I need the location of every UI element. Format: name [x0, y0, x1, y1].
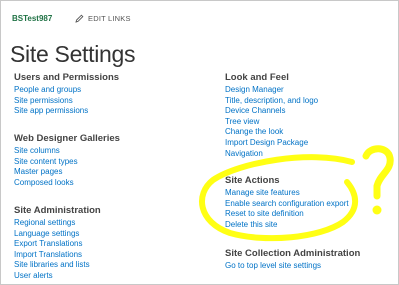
section-heading: Site Collection Administration — [225, 248, 361, 259]
edit-links-label: EDIT LINKS — [88, 14, 131, 23]
link-people-and-groups[interactable]: People and groups — [14, 85, 119, 96]
link-site-permissions[interactable]: Site permissions — [14, 96, 119, 107]
link-list: Site columns Site content types Master p… — [14, 146, 120, 188]
link-delete-this-site[interactable]: Delete this site — [225, 220, 349, 231]
pencil-icon — [75, 14, 84, 23]
link-list: Go to top level site settings — [225, 261, 360, 272]
link-user-alerts[interactable]: User alerts — [14, 271, 101, 282]
link-go-to-top-level-site-settings[interactable]: Go to top level site settings — [225, 261, 360, 272]
section-heading: Web Designer Galleries — [14, 133, 120, 144]
link-export-translations[interactable]: Export Translations — [14, 239, 101, 250]
link-composed-looks[interactable]: Composed looks — [14, 178, 120, 189]
link-site-libraries-and-lists[interactable]: Site libraries and lists — [14, 260, 101, 271]
link-list: Regional settings Language settings Expo… — [14, 218, 101, 282]
link-device-channels[interactable]: Device Channels — [225, 106, 318, 117]
edit-links-button[interactable]: EDIT LINKS — [75, 14, 131, 23]
link-design-manager[interactable]: Design Manager — [225, 85, 318, 96]
section-site-administration: Site Administration Regional settings La… — [14, 205, 101, 282]
link-manage-site-features[interactable]: Manage site features — [225, 188, 349, 199]
link-list: Design Manager Title, description, and l… — [225, 85, 318, 159]
link-master-pages[interactable]: Master pages — [14, 167, 120, 178]
link-list: People and groups Site permissions Site … — [14, 85, 119, 117]
link-title-description-logo[interactable]: Title, description, and logo — [225, 96, 318, 107]
section-users-and-permissions: Users and Permissions People and groups … — [14, 72, 119, 117]
link-reset-to-site-definition[interactable]: Reset to site definition — [225, 209, 349, 220]
section-web-designer-galleries: Web Designer Galleries Site columns Site… — [14, 133, 120, 188]
section-heading: Site Actions — [225, 175, 280, 186]
link-regional-settings[interactable]: Regional settings — [14, 218, 101, 229]
link-site-content-types[interactable]: Site content types — [14, 157, 120, 168]
section-heading: Site Administration — [14, 205, 101, 216]
section-heading: Look and Feel — [225, 72, 289, 83]
section-site-actions: Site Actions Manage site features Enable… — [225, 175, 349, 230]
link-site-app-permissions[interactable]: Site app permissions — [14, 106, 119, 117]
link-list: Manage site features Enable search confi… — [225, 188, 349, 230]
section-site-collection-administration: Site Collection Administration Go to top… — [225, 248, 360, 272]
link-import-design-package[interactable]: Import Design Package — [225, 138, 318, 149]
section-heading: Users and Permissions — [14, 72, 120, 83]
link-import-translations[interactable]: Import Translations — [14, 250, 101, 261]
link-site-columns[interactable]: Site columns — [14, 146, 120, 157]
link-change-the-look[interactable]: Change the look — [225, 127, 318, 138]
site-name-link[interactable]: BSTest987 — [12, 14, 52, 23]
link-navigation[interactable]: Navigation — [225, 149, 318, 160]
link-tree-view[interactable]: Tree view — [225, 117, 318, 128]
link-language-settings[interactable]: Language settings — [14, 229, 101, 240]
section-look-and-feel: Look and Feel Design Manager Title, desc… — [225, 72, 318, 159]
link-enable-search-configuration-export[interactable]: Enable search configuration export — [225, 199, 349, 210]
page-title: Site Settings — [10, 41, 136, 68]
